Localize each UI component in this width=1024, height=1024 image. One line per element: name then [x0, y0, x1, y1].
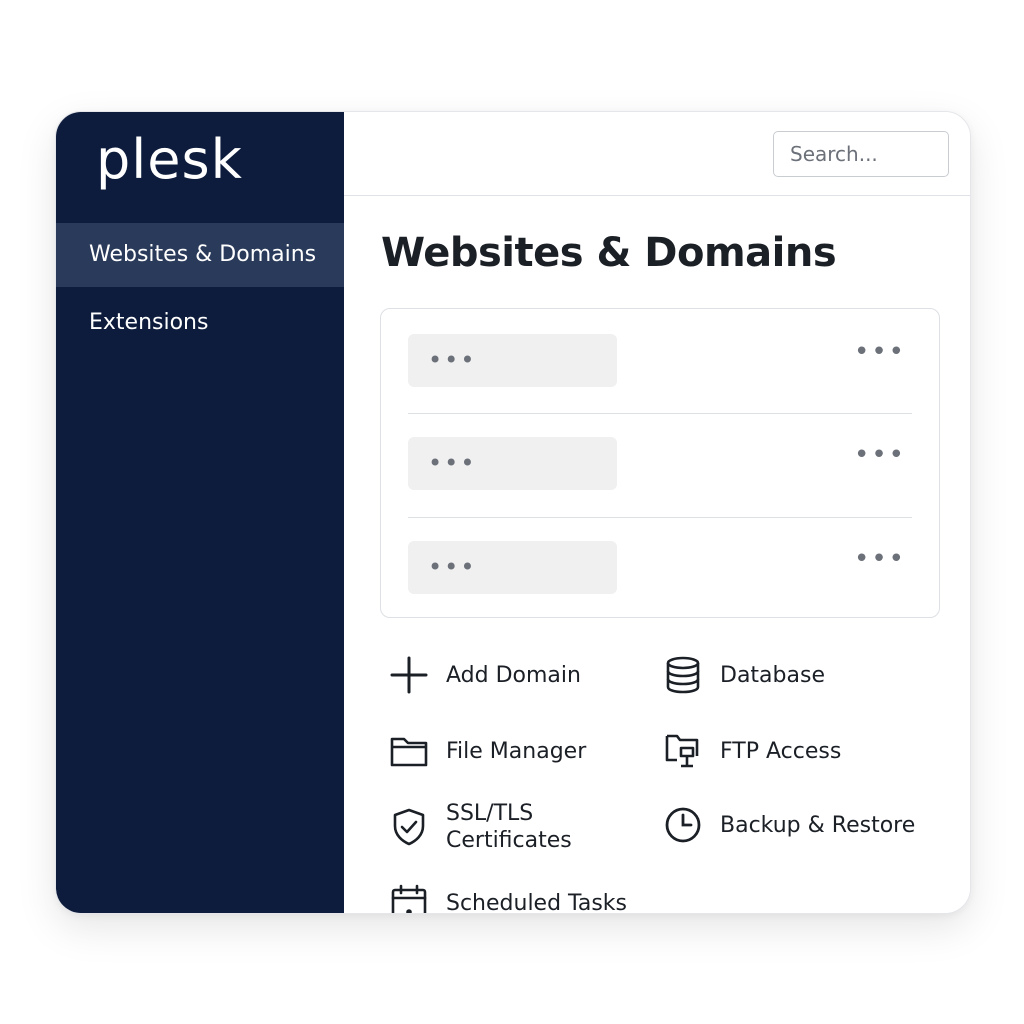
domain-name[interactable]: •••	[408, 334, 617, 387]
add-domain-label: Add Domain	[446, 662, 581, 688]
sidebar-item-websites-domains[interactable]: Websites & Domains	[56, 223, 344, 287]
ftp-access-button[interactable]: FTP Access	[662, 730, 841, 772]
scheduled-tasks-button[interactable]: Scheduled Tasks	[388, 882, 627, 914]
sidebar-nav: Websites & Domains Extensions	[56, 223, 344, 355]
ssl-certificates-button[interactable]: SSL/TLS Certificates	[388, 800, 596, 854]
folder-icon	[388, 730, 430, 772]
plus-icon	[388, 654, 430, 696]
row-menu-button[interactable]: •••	[854, 544, 906, 574]
backup-restore-button[interactable]: Backup & Restore	[662, 804, 915, 846]
clock-icon	[662, 804, 704, 846]
file-manager-label: File Manager	[446, 738, 587, 764]
domain-name[interactable]: •••	[408, 541, 617, 594]
page-title: Websites & Domains	[381, 230, 837, 276]
domain-list: ••• ••• ••• ••• ••• •••	[380, 308, 940, 618]
main-content: Websites & Domains ••• ••• ••• ••• ••• •…	[344, 112, 970, 913]
domain-name[interactable]: •••	[408, 437, 617, 490]
domain-row: ••• •••	[408, 309, 912, 413]
search-input[interactable]	[773, 131, 949, 177]
ftp-access-label: FTP Access	[720, 738, 842, 764]
shield-check-icon	[388, 806, 430, 848]
add-domain-button[interactable]: Add Domain	[388, 654, 581, 696]
calendar-icon	[388, 882, 430, 913]
row-menu-button[interactable]: •••	[854, 337, 906, 367]
ssl-certificates-label: SSL/TLS Certificates	[446, 801, 572, 853]
row-menu-button[interactable]: •••	[854, 440, 906, 470]
domain-row: ••• •••	[408, 517, 912, 622]
sidebar: plesk Websites & Domains Extensions	[56, 112, 344, 913]
database-label: Database	[720, 662, 825, 688]
database-button[interactable]: Database	[662, 654, 825, 696]
plesk-window: plesk Websites & Domains Extensions Webs…	[55, 111, 971, 914]
database-icon	[662, 654, 704, 696]
file-manager-button[interactable]: File Manager	[388, 730, 586, 772]
scheduled-tasks-label: Scheduled Tasks	[446, 890, 627, 914]
top-bar	[344, 112, 970, 196]
sidebar-item-extensions[interactable]: Extensions	[56, 291, 344, 355]
domain-row: ••• •••	[408, 413, 912, 518]
ftp-icon	[662, 730, 704, 772]
plesk-logo[interactable]: plesk	[96, 128, 243, 191]
backup-restore-label: Backup & Restore	[720, 812, 916, 838]
